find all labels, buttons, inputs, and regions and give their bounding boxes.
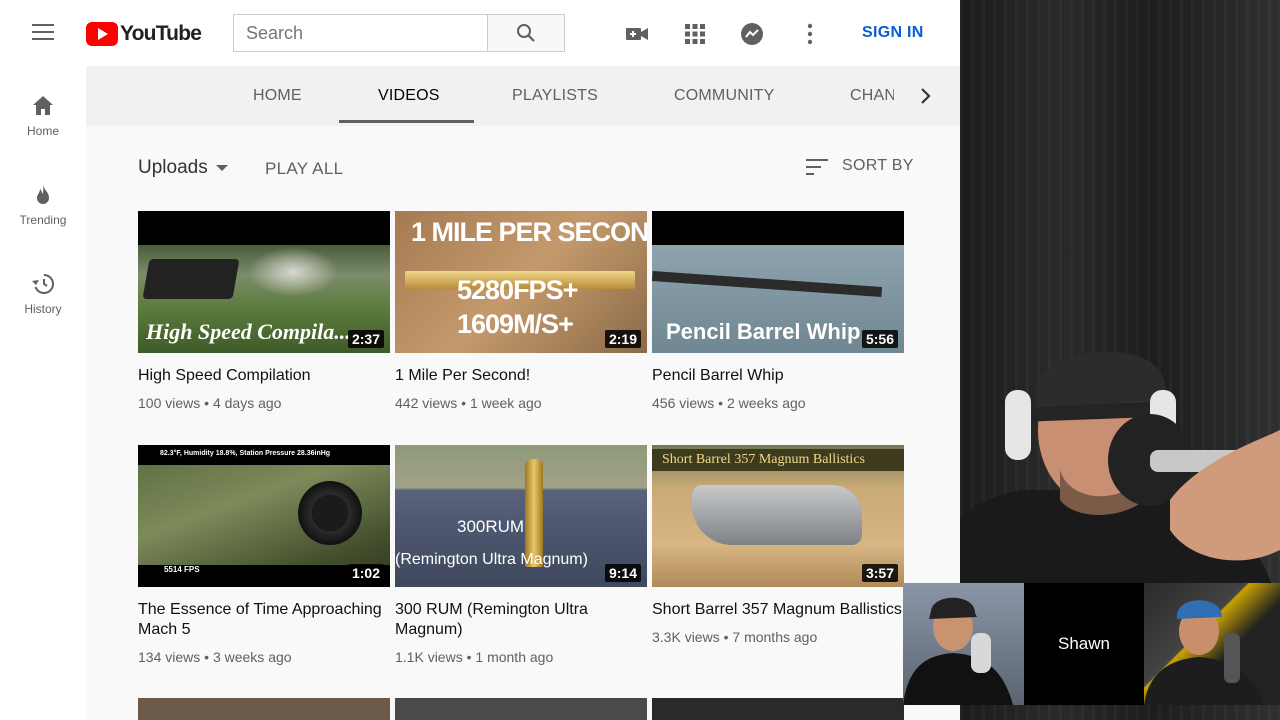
sidebar-item-label: Trending <box>19 213 67 227</box>
chevron-right-icon[interactable] <box>918 86 934 106</box>
sidebar-item-trending[interactable]: Trending <box>0 183 86 227</box>
smoke-shape <box>248 247 338 297</box>
tab-home[interactable]: HOME <box>253 87 302 105</box>
apps-grid-icon[interactable] <box>683 22 707 46</box>
thumbnail-caption: Short Barrel 357 Magnum Ballistics <box>662 452 865 467</box>
rifle-shape <box>142 259 240 299</box>
sidebar-item-history[interactable]: History <box>0 272 86 316</box>
video-card[interactable]: Short Barrel 357 Magnum Ballistics 3:57 … <box>652 445 904 645</box>
video-card[interactable]: 300RUM (Remington Ultra Magnum) 9:14 300… <box>395 445 647 665</box>
thumbnail-caption: 1609M/S+ <box>457 309 574 339</box>
flame-icon <box>37 185 49 204</box>
more-options-icon[interactable] <box>798 22 822 46</box>
video-card[interactable]: High Speed Compila... 2:37 High Speed Co… <box>138 211 390 411</box>
guest-webcam-tile <box>903 583 1024 705</box>
tab-videos[interactable]: VIDEOS <box>378 87 440 105</box>
thumbnail-caption: 5514 FPS <box>164 565 200 574</box>
youtube-logo[interactable]: YouTube <box>86 22 202 46</box>
thumbnail-caption: High Speed Compila... <box>146 319 351 344</box>
video-meta: 3.3K views • 7 months ago <box>652 629 818 645</box>
sidebar-item-home[interactable]: Home <box>0 94 86 138</box>
tab-community[interactable]: COMMUNITY <box>674 87 774 105</box>
logo-text: YouTube <box>120 22 202 45</box>
video-duration: 5:56 <box>861 330 898 348</box>
thumbnail-caption: (Remington Ultra Magnum) <box>395 551 588 568</box>
active-tab-indicator <box>339 120 474 123</box>
youtube-page: YouTube SIGN IN Home Trending History HO… <box>0 0 960 720</box>
video-title[interactable]: 1 Mile Per Second! <box>395 366 647 386</box>
video-meta: 1.1K views • 1 month ago <box>395 649 554 665</box>
video-duration: 2:37 <box>347 330 384 348</box>
sidebar-item-label: Home <box>26 124 59 138</box>
video-thumbnail[interactable]: High Speed Compila... 2:37 <box>138 211 390 353</box>
video-meta: 456 views • 2 weeks ago <box>652 395 806 411</box>
guest-webcam-tile <box>1144 583 1280 705</box>
tab-channels[interactable]: CHAN <box>850 87 894 105</box>
search-button[interactable] <box>487 14 565 52</box>
video-card[interactable]: 1 MILE PER SECOND! 5280FPS+ 1609M/S+ 2:1… <box>395 211 647 411</box>
video-title[interactable]: Short Barrel 357 Magnum Ballistics <box>652 600 904 620</box>
sidebar-item-label: History <box>24 302 62 316</box>
thumbnail-caption: 300RUM <box>457 517 525 536</box>
video-card[interactable]: 82.3°F, Humidity 18.8%, Station Pressure… <box>138 445 390 665</box>
video-meta: 100 views • 4 days ago <box>138 395 282 411</box>
video-title[interactable]: The Essence of Time Approaching Mach 5 <box>138 600 390 640</box>
video-meta: 134 views • 3 weeks ago <box>138 649 292 665</box>
sort-by-button[interactable]: SORT BY <box>842 157 914 175</box>
uploads-dropdown[interactable]: Uploads <box>138 157 208 179</box>
sort-icon[interactable] <box>806 157 830 177</box>
video-duration: 2:19 <box>604 330 641 348</box>
thumbnail-caption: 5280FPS+ <box>457 275 578 305</box>
guest-video <box>1144 600 1264 705</box>
video-duration: 3:57 <box>861 564 898 582</box>
video-thumbnail[interactable] <box>138 698 390 720</box>
video-thumbnail[interactable] <box>652 698 904 720</box>
menu-icon[interactable] <box>32 24 54 42</box>
video-duration: 9:14 <box>604 564 641 582</box>
youtube-play-icon <box>86 22 118 46</box>
messages-icon[interactable] <box>740 22 764 46</box>
video-title[interactable]: Pencil Barrel Whip <box>652 366 904 386</box>
barrel-shape <box>652 270 883 298</box>
caret-down-icon[interactable] <box>216 165 228 171</box>
search-icon <box>517 24 535 42</box>
history-icon <box>32 274 54 294</box>
create-video-icon[interactable] <box>625 22 649 46</box>
video-title[interactable]: High Speed Compilation <box>138 366 390 386</box>
tab-playlists[interactable]: PLAYLISTS <box>512 87 598 105</box>
video-card[interactable]: Pencil Barrel Whip 5:56 Pencil Barrel Wh… <box>652 211 904 411</box>
sidebar: Home Trending History <box>0 66 86 720</box>
target-shape <box>298 481 362 545</box>
participant-name-tile: Shawn <box>1024 583 1144 705</box>
thumbnail-caption: Pencil Barrel Whip <box>666 319 861 344</box>
home-icon <box>33 96 53 115</box>
video-thumbnail[interactable]: Pencil Barrel Whip 5:56 <box>652 211 904 353</box>
guest-video <box>903 597 1013 705</box>
play-all-button[interactable]: PLAY ALL <box>265 159 343 179</box>
video-title[interactable]: 300 RUM (Remington Ultra Magnum) <box>395 600 647 640</box>
video-meta: 442 views • 1 week ago <box>395 395 542 411</box>
video-thumbnail[interactable]: 82.3°F, Humidity 18.8%, Station Pressure… <box>138 445 390 587</box>
video-thumbnail[interactable] <box>395 698 647 720</box>
streamer-webcam <box>960 351 1280 610</box>
video-thumbnail[interactable]: Short Barrel 357 Magnum Ballistics 3:57 <box>652 445 904 587</box>
video-duration: 1:02 <box>347 564 384 582</box>
search-input[interactable] <box>233 14 488 52</box>
thumbnail-caption: 82.3°F, Humidity 18.8%, Station Pressure… <box>160 450 331 457</box>
thumbnail-caption: 1 MILE PER SECOND! <box>411 217 647 247</box>
sign-in-button[interactable]: SIGN IN <box>862 24 924 42</box>
top-bar: YouTube SIGN IN <box>0 0 960 66</box>
video-thumbnail[interactable]: 1 MILE PER SECOND! 5280FPS+ 1609M/S+ 2:1… <box>395 211 647 353</box>
video-thumbnail[interactable]: 300RUM (Remington Ultra Magnum) 9:14 <box>395 445 647 587</box>
revolver-shape <box>692 485 862 545</box>
